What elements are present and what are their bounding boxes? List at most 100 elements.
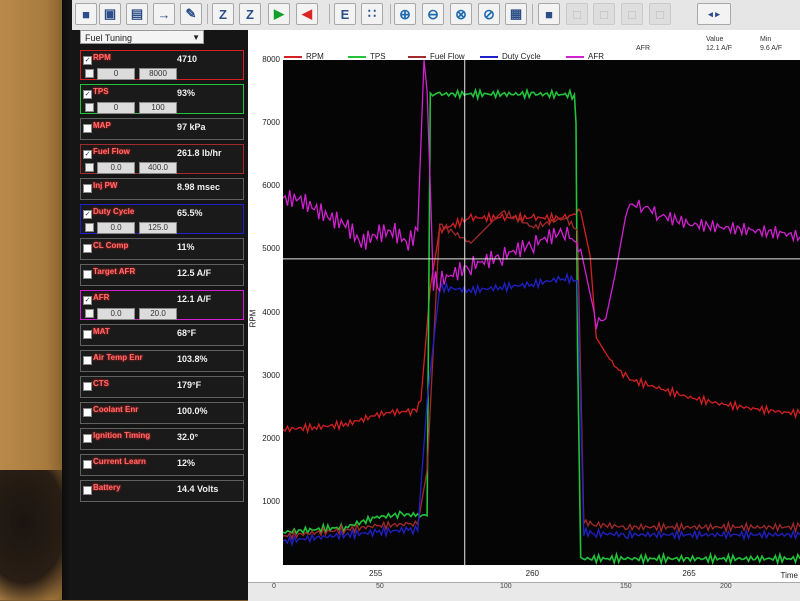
scale-checkbox[interactable]	[85, 223, 94, 232]
e-icon[interactable]: E	[334, 3, 356, 25]
channel-row-rpm[interactable]: ✓ RPM 4710 0 8000	[80, 50, 244, 80]
scale-checkbox[interactable]	[85, 103, 94, 112]
channel-checkbox[interactable]: ✓	[83, 210, 92, 219]
table-icon[interactable]: ▦	[505, 3, 527, 25]
graph-area: RPM TPS Fuel Flow Duty Cycle AFR Value Min A…	[248, 30, 800, 601]
legend-swatch	[566, 56, 584, 58]
series-line-rpm	[283, 208, 800, 435]
channel-max-input[interactable]: 100	[139, 102, 177, 114]
legend-swatch	[408, 56, 426, 58]
channel-value: 93%	[177, 88, 196, 98]
channel-row-inj-pw[interactable]: Inj PW 8.98 msec	[80, 178, 244, 200]
save-icon[interactable]: ▣	[99, 3, 121, 25]
x-tick-label: 255	[369, 569, 383, 578]
channel-checkbox[interactable]	[83, 330, 92, 339]
channel-checkbox[interactable]	[83, 486, 92, 495]
channel-checkbox[interactable]: ✓	[83, 296, 92, 305]
channel-row-target-afr[interactable]: Target AFR 12.5 A/F	[80, 264, 244, 286]
series-line-fuel-flow	[283, 209, 800, 541]
folder-icon[interactable]: ■	[538, 3, 560, 25]
zoom-reset-icon[interactable]: ⊘	[478, 3, 500, 25]
channel-checkbox[interactable]	[83, 184, 92, 193]
chevron-down-icon: ▼	[192, 33, 200, 42]
channel-row-battery[interactable]: Battery 14.4 Volts	[80, 480, 244, 502]
channel-checkbox[interactable]: ✓	[83, 150, 92, 159]
channel-row-mat[interactable]: MAT 68°F	[80, 324, 244, 346]
zoom-a-icon[interactable]: Z	[212, 3, 234, 25]
save-as-icon[interactable]: ▤	[126, 3, 148, 25]
toolbar-separator	[329, 4, 330, 24]
timeline-scrollbar[interactable]: 0 50 100 150 200	[248, 582, 800, 601]
channel-name: CL Comp	[93, 241, 129, 250]
channel-value: 14.4 Volts	[177, 484, 219, 494]
channel-value: 12%	[177, 458, 196, 468]
value-table-value: 12.1 A/F	[706, 45, 733, 52]
channel-checkbox[interactable]	[83, 270, 92, 279]
channel-row-fuel-flow[interactable]: ✓ Fuel Flow 261.8 lb/hr 0.0 400.0	[80, 144, 244, 174]
scale-checkbox[interactable]	[85, 69, 94, 78]
legend-swatch	[284, 56, 302, 58]
channel-min-input[interactable]: 0.0	[97, 308, 135, 320]
y-tick-label: 8000	[262, 55, 280, 64]
channel-row-afr[interactable]: ✓ AFR 12.1 A/F 0.0 20.0	[80, 290, 244, 320]
channel-value: 12.1 A/F	[177, 294, 212, 304]
channel-checkbox[interactable]: ✓	[83, 56, 92, 65]
scroll-tick-label: 0	[272, 583, 276, 590]
toolbar: ■ ▣ ▤ → ✎ Z Z ▶ ◀ E ∷ ⊕ ⊖ ⊗ ⊘ ▦ ■ □ □ □ □ ◂ ▸	[72, 0, 800, 31]
view-select[interactable]: Fuel Tuning ▼	[80, 30, 204, 44]
disabled-icon: □	[621, 3, 643, 25]
channel-max-input[interactable]: 20.0	[139, 308, 177, 320]
channel-max-input[interactable]: 400.0	[139, 162, 177, 174]
y-tick-label: 7000	[262, 118, 280, 128]
channel-name: Inj PW	[93, 181, 118, 190]
channel-name: Fuel Flow	[93, 147, 130, 156]
zoom-out-icon[interactable]: ⊖	[422, 3, 444, 25]
channel-name: Duty Cycle	[93, 207, 135, 216]
zoom-fit-icon[interactable]: ⊗	[450, 3, 472, 25]
channel-row-duty-cycle[interactable]: ✓ Duty Cycle 65.5% 0.0 125.0	[80, 204, 244, 234]
channel-checkbox[interactable]	[83, 460, 92, 469]
channel-row-tps[interactable]: ✓ TPS 93% 0 100	[80, 84, 244, 114]
plot-svg	[283, 60, 800, 565]
channel-name: Target AFR	[93, 267, 136, 276]
zoom-z-icon[interactable]: Z	[239, 3, 261, 25]
channel-max-input[interactable]: 8000	[139, 68, 177, 80]
y-tick-label: 1000	[262, 496, 280, 506]
zoom-in-icon[interactable]: ⊕	[394, 3, 416, 25]
view-select-value: Fuel Tuning	[85, 33, 133, 43]
play-icon[interactable]: ▶	[268, 3, 290, 25]
channel-row-cts[interactable]: CTS 179°F	[80, 376, 244, 398]
channel-checkbox[interactable]	[83, 124, 92, 133]
grid-icon[interactable]: ∷	[361, 3, 383, 25]
channel-min-input[interactable]: 0.0	[97, 162, 135, 174]
plot-area[interactable]	[283, 60, 800, 565]
back-icon[interactable]: ◀	[296, 3, 318, 25]
channel-row-ignition-timing[interactable]: Ignition Timing 32.0°	[80, 428, 244, 450]
open-folder-icon[interactable]: ■	[75, 3, 97, 25]
legend-swatch	[348, 56, 366, 58]
scale-checkbox[interactable]	[85, 309, 94, 318]
channel-name: AFR	[93, 293, 110, 302]
channel-name: RPM	[93, 53, 111, 62]
channel-max-input[interactable]: 125.0	[139, 222, 177, 234]
channel-row-cl-comp[interactable]: CL Comp 11%	[80, 238, 244, 260]
channel-min-input[interactable]: 0	[97, 102, 135, 114]
channel-checkbox[interactable]	[83, 434, 92, 443]
channel-min-input[interactable]: 0	[97, 68, 135, 80]
channel-min-input[interactable]: 0.0	[97, 222, 135, 234]
scroll-arrows-icon[interactable]: ◂ ▸	[697, 3, 731, 25]
notes-icon[interactable]: ✎	[180, 3, 202, 25]
channel-checkbox[interactable]	[83, 244, 92, 253]
channel-checkbox[interactable]	[83, 356, 92, 365]
channel-checkbox[interactable]: ✓	[83, 90, 92, 99]
channel-checkbox[interactable]	[83, 408, 92, 417]
channel-value: 8.98 msec	[177, 182, 221, 192]
channel-row-air-temp-enr[interactable]: Air Temp Enr 103.8%	[80, 350, 244, 372]
scale-checkbox[interactable]	[85, 163, 94, 172]
export-icon[interactable]: →	[153, 3, 175, 25]
channel-row-coolant-enr[interactable]: Coolant Enr 100.0%	[80, 402, 244, 424]
channel-row-map[interactable]: MAP 97 kPa	[80, 118, 244, 140]
channel-row-current-learn[interactable]: Current Learn 12%	[80, 454, 244, 476]
channel-panel: Fuel Tuning ▼ ✓ RPM 4710 0 8000 ✓ TPS 93% 0 100 MA…	[72, 30, 248, 600]
channel-checkbox[interactable]	[83, 382, 92, 391]
